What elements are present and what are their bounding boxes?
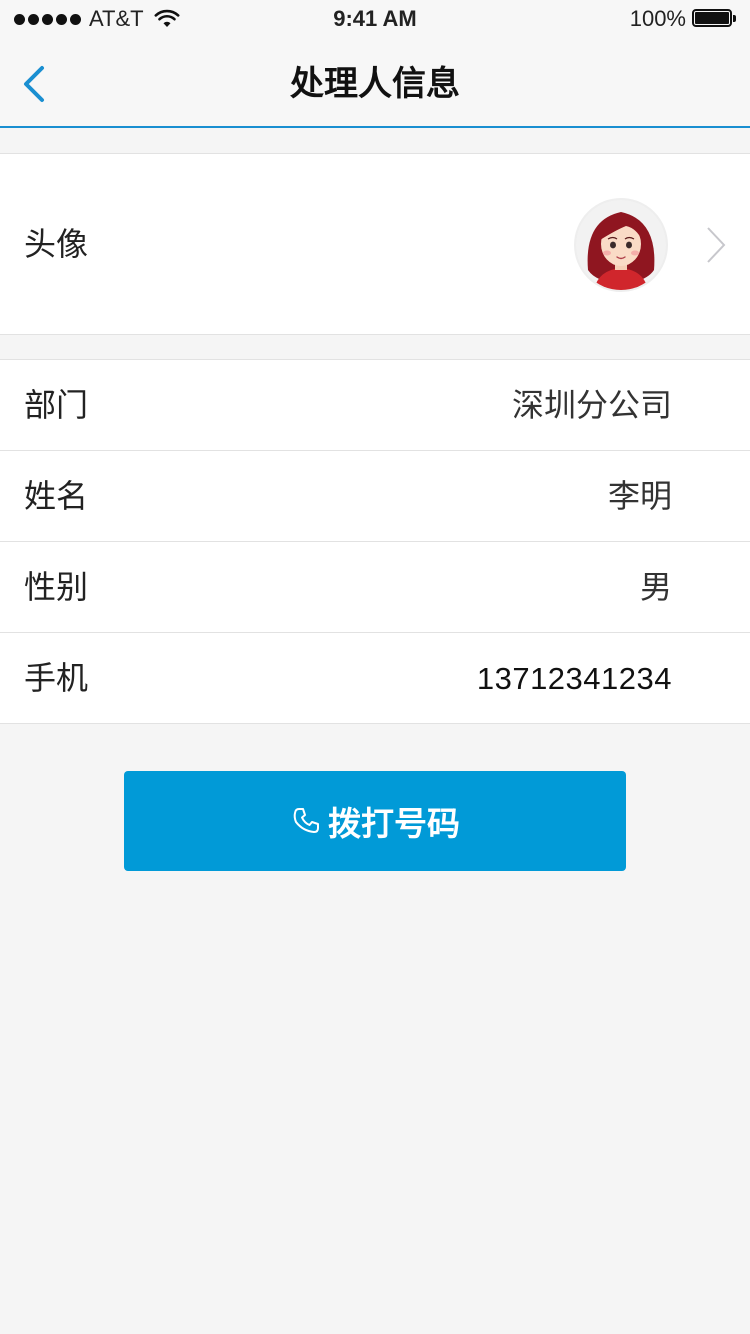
battery-percent: 100%	[629, 6, 686, 31]
avatar	[574, 198, 668, 292]
gender-row: 性别 男	[0, 542, 750, 633]
status-bar: AT&T 9:41 AM 100%	[0, 0, 750, 40]
call-button-label: 拨打号码	[328, 804, 460, 843]
name-label: 姓名	[24, 477, 89, 515]
phone-row: 手机 13712341234	[0, 633, 750, 724]
department-value: 深圳分公司	[511, 386, 672, 424]
phone-icon	[293, 808, 319, 833]
avatar-label: 头像	[24, 225, 89, 263]
phone-value: 13712341234	[476, 661, 672, 696]
nav-bar: 处理人信息	[0, 40, 750, 128]
department-row: 部门 深圳分公司	[0, 360, 750, 451]
phone-label: 手机	[24, 659, 89, 697]
gender-label: 性别	[24, 568, 89, 606]
status-right: 100%	[630, 6, 738, 32]
avatar-row[interactable]: 头像	[0, 153, 750, 335]
department-label: 部门	[24, 386, 89, 424]
name-value: 李明	[607, 477, 672, 515]
info-list: 部门 深圳分公司 姓名 李明 性别 男 手机 13712341234	[0, 359, 750, 724]
battery-icon	[692, 9, 738, 29]
page-title: 处理人信息	[290, 64, 460, 104]
name-row: 姓名 李明	[0, 451, 750, 542]
call-button[interactable]: 拨打号码	[124, 771, 626, 871]
chevron-right-icon	[707, 227, 726, 263]
gender-value: 男	[639, 568, 672, 606]
